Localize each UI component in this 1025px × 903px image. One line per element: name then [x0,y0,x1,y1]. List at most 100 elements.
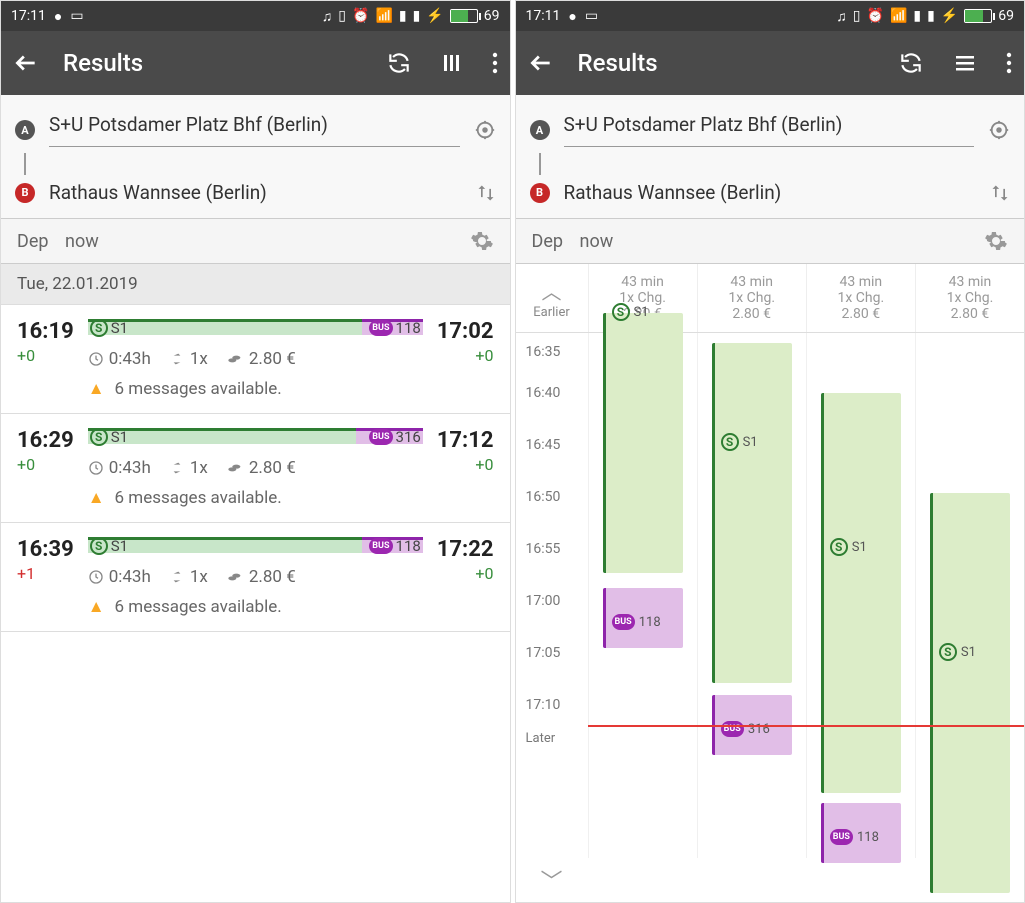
dep-delay: +0 [17,346,74,365]
sbahn-icon: S [830,538,848,556]
timeline-body[interactable]: 16:35 16:40 16:45 16:50 16:55 17:00 17:0… [516,333,1025,858]
swap-icon[interactable] [990,183,1010,203]
dep-delay: +0 [17,455,74,474]
timeline-view: ︿ Earlier 43 min 1x Chg. 2.80 € 43 min 1… [516,264,1025,902]
departure-row[interactable]: Dep now [1,219,510,264]
page-title: Results [63,49,143,77]
to-station[interactable]: Rathaus Wannsee (Berlin) [564,181,977,204]
arr-delay: +0 [437,346,494,365]
chevron-up-icon[interactable]: ︿ [542,276,562,305]
settings-icon[interactable] [984,229,1008,253]
from-station[interactable]: S+U Potsdamer Platz Bhf (Berlin) [564,113,975,147]
headphones-icon: ♫ [322,8,333,25]
duration: 0:43h [109,349,151,369]
route-panel: A S+U Potsdamer Platz Bhf (Berlin) B Rat… [1,95,510,219]
dep-delay: +1 [17,564,74,583]
summary-chg: 1x Chg. [811,290,911,306]
summary-dur: 43 min [920,274,1020,290]
dep-time: 16:19 [17,319,74,344]
overflow-menu[interactable] [1006,51,1012,75]
view-toggle-button[interactable] [952,51,978,75]
changes: 1x [190,349,208,369]
view-toggle-button[interactable] [440,51,464,75]
signal-icon: ▮ [399,8,407,24]
dep-label: Dep [17,231,51,252]
timeline-trip-header[interactable]: 43 min 1x Chg. 2.80 € [697,264,806,332]
results-list: Tue, 22.01.2019 16:19 +0 SS1 BUS118 0:43… [1,264,510,902]
timeline-lane[interactable]: SS1 BUS316 [697,333,806,858]
dep-value: now [65,231,99,252]
summary-price: 2.80 € [702,306,802,322]
timeline-lane[interactable]: SS1 BUS118 [588,333,697,858]
timeline-trip-header[interactable]: 43 min 1x Chg. 2.80 € [915,264,1024,332]
trip-row[interactable]: 16:29 +0 SS1 BUS316 0:43h 1x 2.80 € ▲ 6 … [1,414,510,523]
headphones-icon: ♫ [836,8,847,25]
trip-row[interactable]: 16:39 +1 SS1 BUS118 0:43h 1x 2.80 € ▲ 6 … [1,523,510,632]
summary-chg: 1x Chg. [702,290,802,306]
refresh-button[interactable] [386,50,412,76]
battery-icon [964,9,992,23]
sbahn-icon: S [90,319,108,337]
sbahn-icon: S [721,433,739,451]
back-button[interactable] [13,50,39,76]
arr-time: 17:22 [437,537,494,562]
refresh-button[interactable] [898,50,924,76]
from-station[interactable]: S+U Potsdamer Platz Bhf (Berlin) [49,113,460,147]
timeline-trip-header[interactable]: 43 min 1x Chg. 2.80 € [806,264,915,332]
bus-icon: BUS [369,538,392,554]
status-bar: 17:11 ● ▭ ♫ ▯ ⏰ 📶 ▮ ▮ ⚡ 69 [1,1,510,31]
bus-icon: BUS [721,721,744,737]
later-label[interactable]: Later [516,731,588,746]
bus-icon: BUS [369,429,392,445]
sbahn-segment: SS1 [821,393,901,793]
line-label: 118 [857,830,879,845]
sbahn-icon: S [939,643,957,661]
time-label: 16:50 [516,471,588,523]
signal-icon: ▮ [913,8,921,24]
overflow-menu[interactable] [492,51,498,75]
app-bar: Results [1,31,510,95]
coins-icon [226,460,244,476]
to-station[interactable]: Rathaus Wannsee (Berlin) [49,181,462,204]
departure-row[interactable]: Dep now [516,219,1025,264]
route-connector [24,153,26,175]
time-label: 17:05 [516,627,588,679]
trip-row[interactable]: 16:19 +0 SS1 BUS118 0:43h 1x 2.80 € ▲ 6 … [1,305,510,414]
route-connector [539,153,541,175]
dep-time: 16:39 [17,537,74,562]
marker-a-icon: A [15,120,35,140]
bus-segment: BUS118 [603,588,683,648]
alarm-icon: ⏰ [352,8,369,24]
back-button[interactable] [528,50,554,76]
price: 2.80 € [249,567,296,587]
timeline-header: ︿ Earlier 43 min 1x Chg. 2.80 € 43 min 1… [516,264,1025,333]
clock-icon [88,569,104,585]
time-label: 17:10 [516,679,588,731]
bus-icon: BUS [369,320,392,336]
chevron-down-icon[interactable]: ﹀ [516,858,588,902]
battery-icon [450,9,478,23]
locate-icon[interactable] [474,119,496,141]
summary-chg: 1x Chg. [920,290,1020,306]
line-bus: 316 [396,428,421,446]
arr-time: 17:02 [437,319,494,344]
timeline-lane[interactable]: SS1 [915,333,1024,858]
time-label: 16:35 [516,337,588,367]
timeline-lane[interactable]: SS1 BUS118 [806,333,915,858]
bus-icon: BUS [612,614,635,630]
swap-icon[interactable] [476,183,496,203]
price: 2.80 € [249,349,296,369]
arr-time: 17:12 [437,428,494,453]
settings-icon[interactable] [470,229,494,253]
arr-delay: +0 [437,564,494,583]
wifi-icon: 📶 [375,8,392,24]
clock: 17:11 [11,8,46,24]
warning-icon: ▲ [88,597,105,617]
transfer-icon [169,351,185,367]
locate-icon[interactable] [988,119,1010,141]
earlier-label[interactable]: Earlier [533,305,570,320]
line-s: S1 [111,428,128,446]
dep-value: now [580,231,614,252]
sbahn-segment: SS1 [603,313,683,573]
duration: 0:43h [109,567,151,587]
